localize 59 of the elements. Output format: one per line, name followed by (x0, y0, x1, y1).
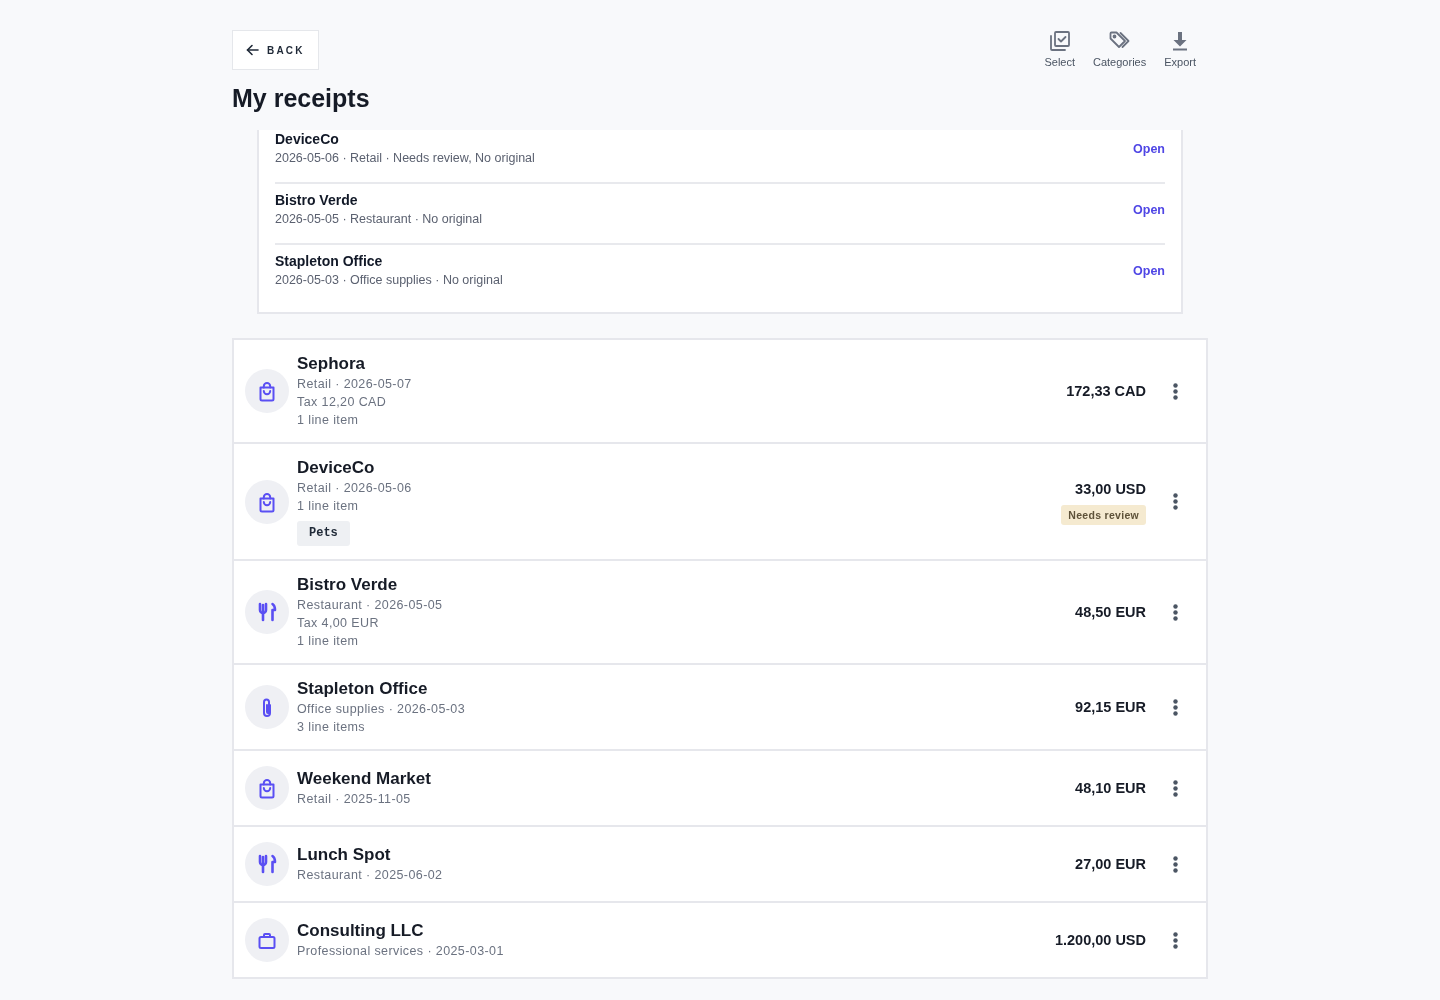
receipt-amount: 27,00 EUR (1075, 855, 1146, 874)
toolbar-button[interactable]: Export (1158, 30, 1202, 68)
briefcase-icon (245, 918, 289, 962)
receipt-meta: 1 line item (297, 498, 359, 515)
merchant-name: Lunch Spot (297, 844, 391, 866)
kebab-icon (1172, 382, 1178, 400)
merchant-name: Bistro Verde (297, 574, 398, 596)
shopping-bag-icon (245, 479, 289, 524)
toolbar-button[interactable]: Select (1038, 30, 1081, 68)
fork-knife-icon (245, 590, 289, 634)
merchant-name: DeviceCo (297, 457, 375, 479)
kebab-icon (1172, 779, 1178, 797)
page-title: My receipts (232, 83, 370, 113)
kebab-icon (1172, 931, 1178, 949)
receipt-meta: Professional services · 2025-03-01 (297, 943, 504, 960)
receipt-meta: Office supplies · 2026-05-03 (297, 701, 465, 718)
toolbar-button[interactable]: Categories (1087, 30, 1153, 68)
receipt-amount: 48,50 EUR (1075, 603, 1146, 622)
receipt-meta: Tax 4,00 EUR (297, 615, 379, 632)
kebab-icon (1172, 493, 1178, 510)
merchant-name: Sephora (297, 353, 366, 375)
open-link[interactable]: Open (1133, 202, 1165, 217)
fork-knife-icon (245, 842, 289, 886)
merchant-name: Stapleton Office (297, 678, 428, 700)
open-link[interactable]: Open (1133, 263, 1165, 278)
kebab-icon (1172, 855, 1178, 873)
merchant-name: Bistro Verde (275, 191, 358, 209)
paperclip-icon (245, 685, 289, 729)
receipt-meta: 1 line item (297, 633, 359, 650)
receipt-meta: Restaurant · 2026-05-05 (297, 597, 443, 614)
select-checkbox-icon (1048, 30, 1071, 52)
receipt-meta: Retail · 2025-11-05 (297, 791, 411, 808)
kebab-icon (1172, 698, 1178, 716)
status-badge: Needs review (1061, 504, 1146, 525)
merchant-name: DeviceCo (275, 130, 339, 148)
receipt-details: 2026-05-05 · Restaurant · No original (275, 211, 483, 228)
receipt-meta: Tax 12,20 CAD (297, 394, 387, 411)
arrow-left-icon (246, 44, 259, 56)
receipt-amount: 48,10 EUR (1075, 779, 1146, 798)
merchant-name: Weekend Market (297, 768, 431, 790)
open-link[interactable]: Open (1133, 141, 1165, 156)
shopping-bag-icon (245, 369, 289, 413)
category-tag: Pets (297, 521, 350, 546)
receipt-meta: 1 line item (297, 412, 359, 429)
receipt-meta: 3 line items (297, 719, 366, 736)
receipt-details: 2026-05-03 · Office supplies · No original (275, 272, 503, 289)
receipt-amount: 1.200,00 USD (1054, 931, 1146, 950)
receipt-amount: 92,15 EUR (1075, 698, 1146, 717)
back-button[interactable]: BACK (232, 30, 319, 70)
receipt-amount: 33,00 USD (1075, 479, 1146, 499)
shopping-bag-icon (245, 766, 289, 810)
receipt-meta: Restaurant · 2025-06-02 (297, 867, 443, 884)
merchant-name: Consulting LLC (297, 920, 424, 942)
receipt-meta: Retail · 2026-05-07 (297, 376, 412, 393)
merchant-name: Stapleton Office (275, 252, 383, 270)
receipt-details: 2026-05-06 · Retail · Needs review, No original (275, 150, 535, 167)
receipt-amount: 172,33 CAD (1066, 382, 1146, 401)
kebab-icon (1172, 603, 1178, 621)
receipt-meta: Retail · 2026-05-06 (297, 480, 412, 497)
